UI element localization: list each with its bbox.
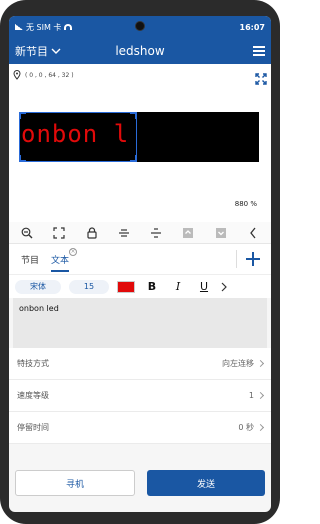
coordinates: ( 0 , 0 , 64 , 32 ) <box>13 70 74 80</box>
search-device-button[interactable]: 寻机 <box>15 470 135 496</box>
chevron-right-icon <box>256 423 265 432</box>
wifi-icon <box>64 24 73 30</box>
tab-text[interactable]: 文本 × <box>45 244 78 274</box>
italic-button[interactable]: I <box>169 280 187 293</box>
led-screen[interactable]: onbon l <box>19 112 259 162</box>
chevron-right-icon <box>256 391 265 400</box>
stay-time-label: 停留时间 <box>17 423 49 432</box>
stay-time-value: 0 秒 <box>238 423 254 432</box>
app-header: 新节目 ledshow <box>9 38 271 64</box>
tab-program-label: 节目 <box>21 255 40 266</box>
tab-divider <box>236 250 237 268</box>
chevron-right-icon <box>256 359 265 368</box>
tab-text-label: 文本 <box>51 255 70 266</box>
text-format-bar: 宋体 15 B I U <box>9 274 271 298</box>
tab-program[interactable]: 节目 <box>15 244 45 274</box>
project-name: 新节目 <box>15 45 48 58</box>
coordinates-text: ( 0 , 0 , 64 , 32 ) <box>25 71 74 79</box>
close-tab-icon[interactable]: × <box>69 248 78 256</box>
chevron-down-icon <box>51 48 61 54</box>
app-screen: 无 SIM 卡 16:07 新节目 ledshow ( 0 , 0 , 64 ,… <box>9 16 271 512</box>
effect-label: 特技方式 <box>17 359 49 368</box>
front-camera <box>135 21 145 31</box>
project-dropdown[interactable]: 新节目 <box>15 43 61 59</box>
menu-icon[interactable] <box>253 46 265 56</box>
handle-top-right[interactable] <box>130 112 137 119</box>
zoom-out-icon[interactable] <box>19 225 35 241</box>
status-left: 无 SIM 卡 <box>15 22 73 33</box>
tab-bar: 节目 文本 × <box>9 244 271 274</box>
lock-icon[interactable] <box>84 225 100 241</box>
underline-button[interactable]: U <box>195 280 213 293</box>
move-up-icon[interactable] <box>180 225 196 241</box>
signal-icon <box>15 24 23 30</box>
clock: 16:07 <box>239 22 265 32</box>
settings-row-speed[interactable]: 速度等级 1 <box>9 380 271 412</box>
bold-button[interactable]: B <box>143 280 161 293</box>
settings-row-stay-time[interactable]: 停留时间 0 秒 <box>9 412 271 444</box>
settings-row-effect[interactable]: 特技方式 向左连移 <box>9 348 271 380</box>
effect-value: 向左连移 <box>222 359 254 368</box>
align-center-h-icon[interactable] <box>116 225 132 241</box>
fit-screen-icon[interactable] <box>51 225 67 241</box>
sim-status: 无 SIM 卡 <box>26 22 62 32</box>
zoom-level: 880 % <box>234 200 257 208</box>
handle-bottom-right[interactable] <box>130 155 137 162</box>
edit-toolbar <box>9 222 271 244</box>
handle-top-left[interactable] <box>19 112 26 119</box>
handle-bottom-left[interactable] <box>19 155 26 162</box>
selection-box[interactable] <box>19 112 137 162</box>
align-center-v-icon[interactable] <box>148 225 164 241</box>
font-select[interactable]: 宋体 <box>15 279 61 294</box>
add-icon[interactable] <box>243 249 263 269</box>
font-size-select[interactable]: 15 <box>69 279 109 294</box>
move-down-icon[interactable] <box>213 225 229 241</box>
phone-frame: 无 SIM 卡 16:07 新节目 ledshow ( 0 , 0 , 64 ,… <box>0 0 280 524</box>
send-button[interactable]: 发送 <box>147 470 265 496</box>
back-icon[interactable] <box>245 225 261 241</box>
text-content-input[interactable]: onbon led <box>13 298 267 348</box>
chevron-right-icon[interactable] <box>221 282 227 292</box>
location-pin-icon <box>13 70 21 80</box>
status-bar: 无 SIM 卡 16:07 <box>9 16 271 38</box>
text-color-swatch[interactable] <box>117 280 135 293</box>
bottom-actions: 寻机 发送 <box>9 470 271 500</box>
led-preview-area: ( 0 , 0 , 64 , 32 ) onbon l 880 % <box>9 64 271 222</box>
fullscreen-icon[interactable] <box>255 70 267 89</box>
speed-label: 速度等级 <box>17 391 49 400</box>
speed-value: 1 <box>248 391 254 400</box>
